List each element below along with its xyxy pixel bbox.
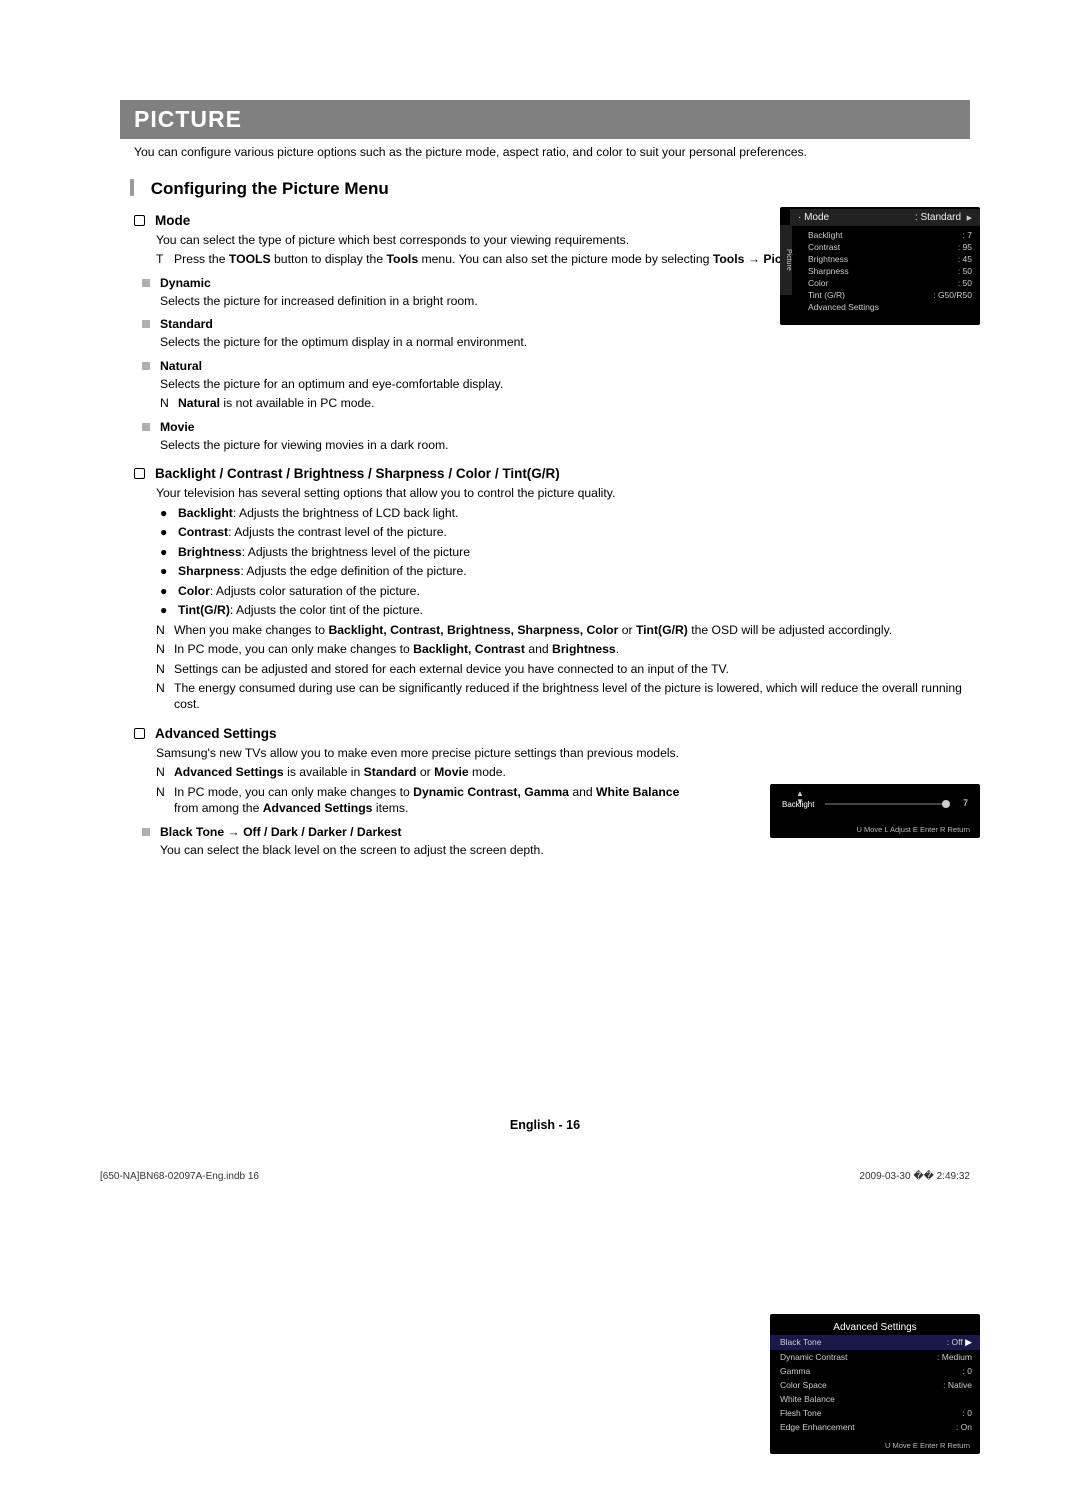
osd-row: Dynamic Contrast: Medium xyxy=(770,1350,980,1364)
osd-row: Contrast: 95 xyxy=(780,241,980,253)
adjust-note: NThe energy consumed during use can be s… xyxy=(156,680,976,713)
advanced-note-2: N In PC mode, you can only make changes … xyxy=(156,784,696,817)
adjust-block: Backlight / Contrast / Brightness / Shar… xyxy=(120,466,970,713)
osd-title-row: · Mode : Standard ▶ xyxy=(790,209,980,226)
movie-desc: Selects the picture for viewing movies i… xyxy=(160,437,970,453)
note-prefix: N xyxy=(156,764,174,780)
print-footer-right: 2009-03-30 �� 2:49:32 xyxy=(859,1171,970,1182)
square-icon xyxy=(142,362,150,370)
adjust-note: NWhen you make changes to Backlight, Con… xyxy=(156,622,976,638)
checkbox-icon xyxy=(134,215,145,226)
section-heading-text: Configuring the Picture Menu xyxy=(151,179,389,198)
mode-block: Mode You can select the type of picture … xyxy=(120,213,970,453)
osd3-title: Advanced Settings xyxy=(770,1320,980,1335)
advanced-block: Advanced Settings Samsung's new TVs allo… xyxy=(120,726,970,858)
adjust-note: NIn PC mode, you can only make changes t… xyxy=(156,641,976,657)
movie-heading: Movie xyxy=(142,420,970,434)
osd-row: Brightness: 45 xyxy=(780,253,980,265)
osd-footer: U Move E Enter R Return xyxy=(885,1441,970,1450)
osd-row: Color Space: Native xyxy=(770,1378,980,1392)
mode-heading-text: Mode xyxy=(155,213,190,228)
page-footer: English - 16 xyxy=(120,1118,970,1132)
section-heading-bar-icon xyxy=(130,179,134,196)
osd-row: White Balance xyxy=(770,1392,980,1406)
blacktone-desc: You can select the black level on the sc… xyxy=(160,842,970,858)
adjust-heading: Backlight / Contrast / Brightness / Shar… xyxy=(134,466,970,481)
advanced-note-1: N Advanced Settings is available in Stan… xyxy=(156,764,696,780)
natural-heading: Natural xyxy=(142,359,970,373)
blacktone-heading: Black Tone → Off / Dark / Darker / Darke… xyxy=(142,825,970,839)
osd-row: Backlight: 7 xyxy=(780,229,980,241)
osd-advanced-settings: Advanced Settings Black Tone: Off ▶Dynam… xyxy=(770,1314,980,1454)
checkbox-icon xyxy=(134,468,145,479)
osd-row: Sharpness: 50 xyxy=(780,265,980,277)
osd-row: Flesh Tone: 0 xyxy=(770,1406,980,1420)
adjust-item: ●Contrast: Adjusts the contrast level of… xyxy=(160,524,970,540)
adjust-item: ●Tint(G/R): Adjusts the color tint of th… xyxy=(160,602,970,618)
osd-row: Tint (G/R): G50/R50 xyxy=(780,289,980,301)
square-icon xyxy=(142,423,150,431)
adjust-note: NSettings can be adjusted and stored for… xyxy=(156,661,976,677)
advanced-desc: Samsung's new TVs allow you to make even… xyxy=(156,745,696,761)
adjust-item: ●Color: Adjusts color saturation of the … xyxy=(160,583,970,599)
osd-row: Color: 50 xyxy=(780,277,980,289)
osd-side-tab: Picture xyxy=(780,225,792,295)
square-icon xyxy=(142,279,150,287)
advanced-heading: Advanced Settings xyxy=(134,726,970,741)
note-prefix: N xyxy=(156,784,174,817)
osd-row: Advanced Settings xyxy=(780,301,980,313)
natural-note: N Natural is not available in PC mode. xyxy=(160,395,970,411)
print-footer: [650-NA]BN68-02097A-Eng.indb 16 2009-03-… xyxy=(100,1171,970,1182)
osd-row: Edge Enhancement: On xyxy=(770,1420,980,1434)
intro-text: You can configure various picture option… xyxy=(134,145,970,159)
adjust-item: ●Sharpness: Adjusts the edge definition … xyxy=(160,563,970,579)
note-body: Press the TOOLS button to display the To… xyxy=(174,251,843,267)
adjust-item: ●Backlight: Adjusts the brightness of LC… xyxy=(160,505,970,521)
adjust-item: ●Brightness: Adjusts the brightness leve… xyxy=(160,544,970,560)
osd-picture-menu: Picture · Mode : Standard ▶ Backlight: 7… xyxy=(780,207,980,325)
advanced-heading-text: Advanced Settings xyxy=(155,726,277,741)
note-prefix: N xyxy=(160,395,178,411)
print-footer-left: [650-NA]BN68-02097A-Eng.indb 16 xyxy=(100,1171,259,1182)
title-bar: PICTURE xyxy=(120,100,970,139)
standard-desc: Selects the picture for the optimum disp… xyxy=(160,334,970,350)
natural-desc: Selects the picture for an optimum and e… xyxy=(160,376,970,392)
right-arrow-icon: ▶ xyxy=(967,215,972,222)
square-icon xyxy=(142,828,150,836)
checkbox-icon xyxy=(134,728,145,739)
adjust-heading-text: Backlight / Contrast / Brightness / Shar… xyxy=(155,466,560,481)
adjust-desc: Your television has several setting opti… xyxy=(156,485,970,501)
osd-row: Gamma: 0 xyxy=(770,1364,980,1378)
osd-row: Black Tone: Off ▶ xyxy=(770,1335,980,1350)
section-heading: Configuring the Picture Menu xyxy=(130,179,970,199)
square-icon xyxy=(142,320,150,328)
note-prefix: T xyxy=(156,251,174,267)
